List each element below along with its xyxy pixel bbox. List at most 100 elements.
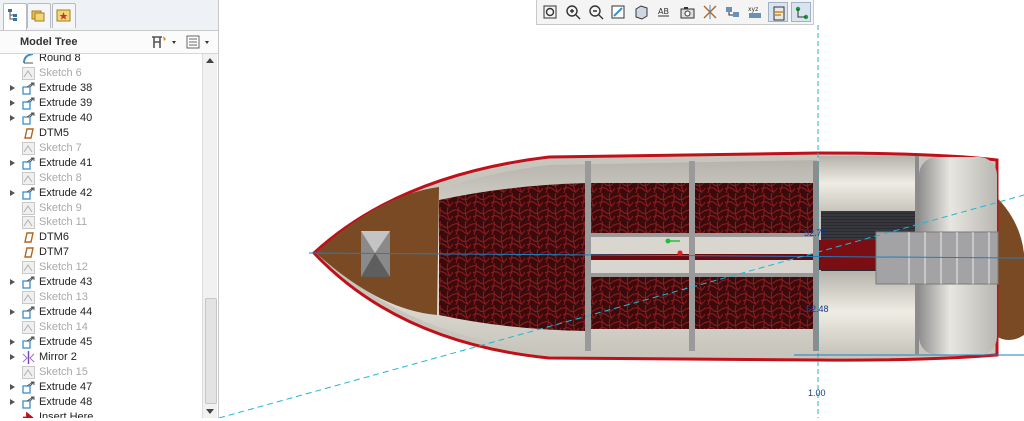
repaint-icon [611,5,625,19]
model-tree-tab[interactable] [3,3,27,30]
refit-button[interactable] [540,2,560,22]
extrude-feature-icon [22,381,35,394]
tree-item[interactable]: Extrude 40 [0,111,202,126]
tree-item[interactable]: Sketch 9 [0,201,202,216]
tree-item[interactable]: Sketch 14 [0,320,202,335]
tree-item[interactable]: Mirror 2 [0,350,202,365]
tree-item[interactable]: Extrude 39 [0,96,202,111]
expand-arrow-icon[interactable] [10,99,15,106]
round-feature-icon [22,54,35,65]
tree-item[interactable]: Sketch 6 [0,66,202,81]
tree-item[interactable]: Sketch 8 [0,171,202,186]
expand-arrow-icon[interactable] [10,84,15,91]
extrude-feature-icon [22,157,35,170]
tree-item-label: Sketch 12 [39,261,88,274]
tree-item[interactable]: Extrude 48 [0,395,202,410]
tree-item[interactable]: Extrude 44 [0,305,202,320]
expand-arrow-icon[interactable] [10,354,15,360]
view-manager-icon [726,7,740,17]
tree-show-button[interactable] [185,34,215,50]
svg-text:AB: AB [658,7,669,16]
tree-item-label: Extrude 45 [39,336,93,349]
tree-item[interactable]: Round 8 [0,54,202,66]
tree-item[interactable]: DTM5 [0,126,202,141]
graphics-viewport[interactable]: 52.76 52.48 1.00 [218,25,1024,419]
tree-item-label: Sketch 6 [39,66,82,79]
tree-item-label: Extrude 42 [39,186,93,199]
tree-item[interactable]: DTM7 [0,245,202,260]
annotation-display-button[interactable]: AB [654,2,674,22]
dimension-label[interactable]: 1.00 [808,388,826,398]
view-manager-button[interactable] [722,2,742,22]
datum-feature-icon [22,231,35,244]
tree-item[interactable]: Sketch 12 [0,260,202,275]
tree-item[interactable]: Extrude 38 [0,81,202,96]
sketch-view-button[interactable] [768,2,788,22]
dimension-label[interactable]: 52.48 [806,304,829,314]
spin-center-button[interactable]: xyz [745,2,765,22]
sketch-feature-icon [22,321,35,335]
extrude-feature-icon [22,306,35,319]
tree-item-label: Extrude 48 [39,395,93,408]
extrude-feature-icon [22,336,35,349]
expand-arrow-icon[interactable] [10,383,15,390]
tree-item[interactable]: Extrude 47 [0,380,202,395]
datum-display-button[interactable] [700,2,720,22]
aft-wall-top [819,156,915,211]
tree-item[interactable]: Sketch 11 [0,215,202,230]
tree-item[interactable]: Sketch 7 [0,141,202,156]
sketch-feature-icon [22,291,35,305]
sketch-feature-icon [22,365,35,379]
expand-arrow-icon[interactable] [10,114,15,121]
expand-arrow-icon[interactable] [10,159,15,166]
extrude-feature-icon [22,112,35,125]
scroll-down-arrow-icon[interactable] [206,409,214,414]
zoom-in-button[interactable] [563,2,583,22]
tree-item-label: Extrude 41 [39,156,93,169]
scroll-thumb[interactable] [205,298,217,404]
dimension-label[interactable]: 52.76 [804,228,827,238]
dimension-display-button[interactable] [790,2,811,22]
model-canvas[interactable] [218,25,1024,419]
tree-item[interactable]: Extrude 43 [0,275,202,290]
zoom-out-button[interactable] [586,2,606,22]
tree-item-label: Extrude 39 [39,96,93,109]
insert-feature-icon [22,411,35,418]
extrude-feature-icon [22,82,35,95]
tree-item[interactable]: Extrude 45 [0,335,202,350]
leather-floor-aft [695,183,815,235]
leather-floor-mid [591,183,691,235]
tree-item[interactable]: Extrude 42 [0,186,202,201]
saved-views-button[interactable] [677,2,697,22]
panel-tab-strip [0,0,218,31]
model-tree-panel: Model Tree Round 8 Sketch 6 Extrude 38 Extr… [0,0,219,418]
repaint-button[interactable] [608,2,628,22]
expand-arrow-icon[interactable] [10,339,15,346]
tree-item[interactable]: Sketch 13 [0,290,202,305]
expand-arrow-icon[interactable] [10,189,15,196]
scroll-up-arrow-icon[interactable] [206,58,214,63]
favorites-icon [56,9,71,22]
tree-item[interactable]: Insert Here [0,410,202,418]
expand-arrow-icon[interactable] [10,309,15,316]
model-tree-list: Round 8 Sketch 6 Extrude 38 Extrude 39 Extru… [0,54,202,418]
expand-arrow-icon[interactable] [10,279,15,286]
tree-item[interactable]: Extrude 41 [0,156,202,171]
annotation-display-icon: AB [658,7,669,17]
tree-item[interactable]: Sketch 15 [0,365,202,380]
tree-scrollbar[interactable] [202,54,217,418]
folder-browser-tab[interactable] [27,3,51,28]
datum-display-icon [703,5,717,19]
display-style-icon [635,5,648,20]
zoom-in-icon [566,5,581,20]
tree-item-label: Sketch 7 [39,141,82,154]
tree-settings-button[interactable] [150,34,180,50]
tree-settings-icon [152,36,176,48]
favorites-tab[interactable] [52,3,76,28]
display-style-button[interactable] [631,2,651,22]
tree-item-label: Extrude 47 [39,380,93,393]
expand-arrow-icon[interactable] [10,398,15,405]
tree-item-label: Extrude 43 [39,276,93,289]
extrude-feature-icon [22,396,35,409]
tree-item[interactable]: DTM6 [0,230,202,245]
